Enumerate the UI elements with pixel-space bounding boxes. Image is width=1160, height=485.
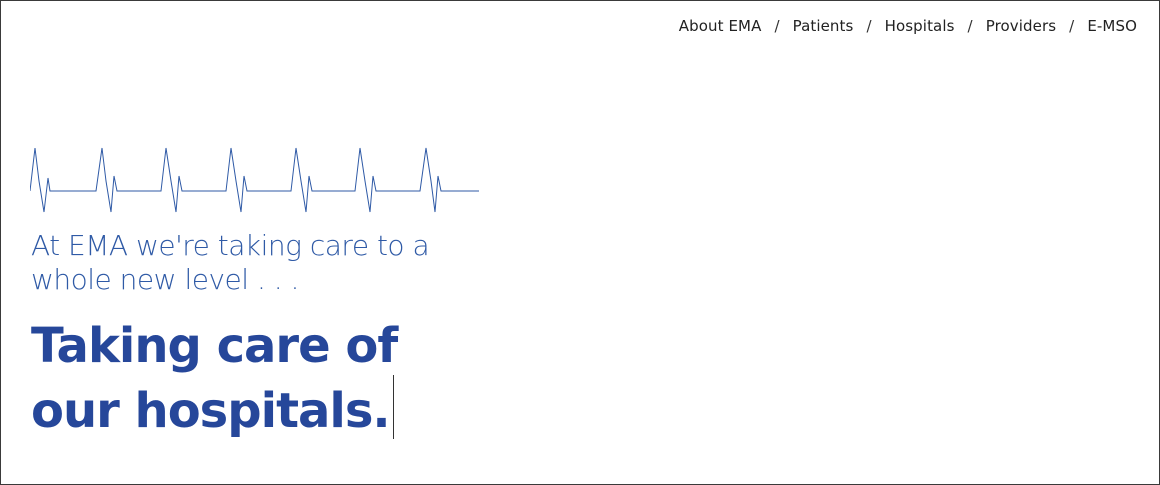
hero-headline: Taking care of our hospitals. [31, 317, 471, 440]
hero-headline-line-1: Taking care of [31, 318, 398, 374]
nav-link-about-ema[interactable]: About EMA [679, 17, 762, 35]
nav-link-providers[interactable]: Providers [986, 17, 1056, 35]
hero-headline-line-2: our hospitals. [31, 383, 391, 439]
top-navigation: About EMA / Patients / Hospitals / Provi… [679, 17, 1137, 35]
heartbeat-line-icon [30, 147, 479, 213]
text-caret [392, 375, 395, 439]
nav-link-e-mso[interactable]: E-MSO [1087, 17, 1137, 35]
nav-separator: / [967, 17, 973, 35]
nav-separator: / [1069, 17, 1075, 35]
nav-separator: / [774, 17, 780, 35]
hero-tagline: At EMA we're taking care to a whole new … [31, 229, 430, 296]
nav-separator: / [866, 17, 872, 35]
nav-link-patients[interactable]: Patients [793, 17, 854, 35]
nav-link-hospitals[interactable]: Hospitals [885, 17, 955, 35]
page: About EMA / Patients / Hospitals / Provi… [0, 0, 1160, 485]
